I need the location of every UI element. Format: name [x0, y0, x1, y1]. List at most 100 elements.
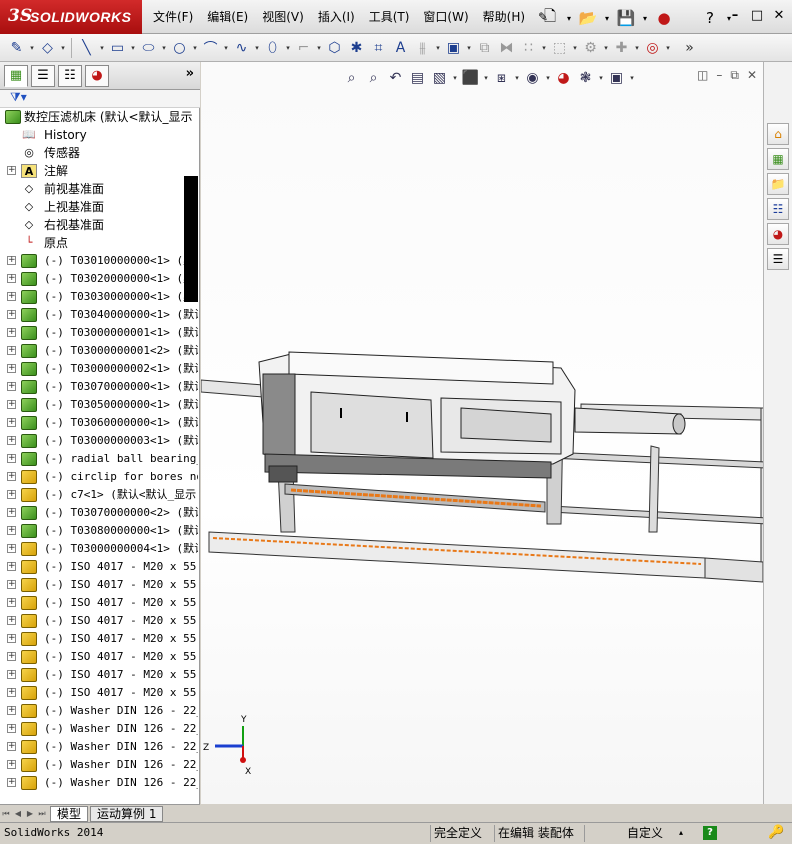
point-icon[interactable]: ✱ [346, 37, 367, 59]
spline-icon[interactable]: ∿ [231, 37, 252, 59]
custom-properties-icon[interactable]: ☰ [767, 248, 789, 270]
spline-dropdown-icon[interactable]: ▾ [253, 44, 261, 52]
tree-item[interactable]: + (-) T03070000000<1> (默认< [0, 378, 198, 396]
expand-toggle-icon[interactable]: + [7, 562, 16, 571]
tab-last-icon[interactable]: ⏭ [36, 809, 48, 819]
tab-model[interactable]: 模型 [50, 805, 89, 822]
tab-first-icon[interactable]: ⏮ [0, 809, 12, 819]
arc-icon[interactable]: ⌒ [200, 37, 221, 59]
expand-toggle-icon[interactable]: + [7, 760, 16, 769]
expand-toggle-icon[interactable]: + [7, 382, 16, 391]
status-units[interactable]: 自定义 [624, 825, 666, 842]
rectangle-icon[interactable]: ▭ [107, 37, 128, 59]
tree-item[interactable]: + (-) T03060000000<1> (默认< [0, 414, 198, 432]
tab-next-icon[interactable]: ▶ [24, 809, 36, 818]
menu-file[interactable]: 文件(F) [146, 0, 200, 34]
assembly-model-render[interactable]: Y Z X [201, 62, 763, 804]
appearances-icon[interactable]: ◕ [767, 223, 789, 245]
tree-item[interactable]: ◇ 前视基准面 [0, 180, 198, 198]
tree-item[interactable]: + (-) ISO 4017 - M20 x 55-N_ [0, 558, 198, 576]
trim-icon[interactable]: ⫵ [412, 37, 433, 59]
repair-sketch-icon[interactable]: ✚ [611, 37, 632, 59]
menu-view[interactable]: 视图(V) [255, 0, 311, 34]
move-dropdown-icon[interactable]: ▾ [571, 44, 579, 52]
arc-dropdown-icon[interactable]: ▾ [222, 44, 230, 52]
expand-toggle-icon[interactable]: + [7, 742, 16, 751]
tree-item[interactable]: + (-) ISO 4017 - M20 x 55-N_ [0, 594, 198, 612]
tree-item[interactable]: + (-) T03050000000<1> (默认< [0, 396, 198, 414]
repair-dropdown-icon[interactable]: ▾ [633, 44, 641, 52]
expand-toggle-icon[interactable]: + [7, 778, 16, 787]
tree-item[interactable]: + (-) T03000000001<1> (默认< [0, 324, 198, 342]
expand-toggle-icon[interactable]: + [7, 616, 16, 625]
expand-toggle-icon[interactable]: + [7, 526, 16, 535]
expand-toggle-icon[interactable]: + [7, 490, 16, 499]
expand-toggle-icon[interactable]: + [7, 400, 16, 409]
expand-toggle-icon[interactable]: + [7, 652, 16, 661]
fillet-icon[interactable]: ⌐ [293, 37, 314, 59]
expand-toggle-icon[interactable]: + [7, 544, 16, 553]
polygon-icon[interactable]: ⬡ [324, 37, 345, 59]
tree-item[interactable]: + (-) T03020000000<1> (默认< [0, 270, 198, 288]
tab-prev-icon[interactable]: ◀ [12, 809, 24, 818]
trim-dropdown-icon[interactable]: ▾ [434, 44, 442, 52]
smart-dimension-icon[interactable]: ◇ [37, 37, 58, 59]
expand-toggle-icon[interactable]: + [7, 580, 16, 589]
tree-item[interactable]: + (-) T03000000002<1> (默认< [0, 360, 198, 378]
expand-toggle-icon[interactable]: + [7, 166, 16, 175]
expand-toggle-icon[interactable]: + [7, 256, 16, 265]
tree-item[interactable]: + (-) T03030000000<1> (默认< [0, 288, 198, 306]
rectangle-dropdown-icon[interactable]: ▾ [129, 44, 137, 52]
tree-item[interactable]: + (-) ISO 4017 - M20 x 55-N_ [0, 612, 198, 630]
expand-toggle-icon[interactable]: + [7, 454, 16, 463]
ellipse-icon[interactable]: ⬯ [262, 37, 283, 59]
solidworks-logo[interactable]: 3S SOLIDWORKS [0, 0, 142, 34]
tree-item[interactable]: + (-) Washer DIN 126 - 22_We [0, 756, 198, 774]
tree-item[interactable]: + (-) Washer DIN 126 - 22_We [0, 738, 198, 756]
tree-item[interactable]: + (-) radial ball bearing_68 [0, 450, 198, 468]
menu-insert[interactable]: 插入(I) [311, 0, 362, 34]
tree-item[interactable]: + (-) ISO 4017 - M20 x 55-N_ [0, 684, 198, 702]
new-document-icon[interactable]: 🗋 [538, 6, 562, 30]
line-icon[interactable]: ╲ [76, 37, 97, 59]
view-palette-icon[interactable]: ☷ [767, 198, 789, 220]
tree-item[interactable]: + (-) ISO 4017 - M20 x 55-N_ [0, 648, 198, 666]
open-folder-icon[interactable]: 📂 [576, 6, 600, 30]
sketch-icon[interactable]: ✎ [6, 37, 27, 59]
design-library-icon[interactable]: ▦ [767, 148, 789, 170]
tree-item[interactable]: + (-) ISO 4017 - M20 x 55-N_ [0, 666, 198, 684]
panel-more-icon[interactable]: » [186, 66, 194, 81]
tree-item[interactable]: + (-) T03070000000<2> (默认< [0, 504, 198, 522]
new-dropdown-icon[interactable]: ▾ [564, 14, 574, 23]
tree-item[interactable]: + (-) ISO 4017 - M20 x 55-N_ [0, 576, 198, 594]
tree-item[interactable]: ◎ 传感器 [0, 144, 198, 162]
expand-toggle-icon[interactable]: + [7, 508, 16, 517]
dimension-dropdown-icon[interactable]: ▾ [59, 44, 67, 52]
line-dropdown-icon[interactable]: ▾ [98, 44, 106, 52]
tree-item[interactable]: 📖 History [0, 126, 198, 144]
linear-pattern-icon[interactable]: ∷ [518, 37, 539, 59]
display-manager-tab-icon[interactable]: ◕ [85, 64, 109, 87]
solidworks-resources-icon[interactable]: ⌂ [767, 123, 789, 145]
tree-item[interactable]: + (-) T03000000004<1> (默认< [0, 540, 198, 558]
tree-item[interactable]: + (-) T03080000000<1> (默认< [0, 522, 198, 540]
circle-dropdown-icon[interactable]: ▾ [191, 44, 199, 52]
expand-toggle-icon[interactable]: + [7, 274, 16, 283]
expand-toggle-icon[interactable]: + [7, 310, 16, 319]
quick-snaps-icon[interactable]: ◎ [642, 37, 663, 59]
convert-entities-icon[interactable]: ▣ [443, 37, 464, 59]
slot-dropdown-icon[interactable]: ▾ [160, 44, 168, 52]
display-relations-icon[interactable]: ⚙ [580, 37, 601, 59]
offset-icon[interactable]: ⧉ [474, 37, 495, 59]
expand-toggle-icon[interactable]: + [7, 436, 16, 445]
tree-item[interactable]: + (-) T03010000000<1> (默认< [0, 252, 198, 270]
pattern-dropdown-icon[interactable]: ▾ [540, 44, 548, 52]
slot-icon[interactable]: ⬭ [138, 37, 159, 59]
convert-dropdown-icon[interactable]: ▾ [465, 44, 473, 52]
expand-toggle-icon[interactable]: + [7, 724, 16, 733]
tab-motion-study[interactable]: 运动算例 1 [90, 805, 164, 822]
sketch-dropdown-icon[interactable]: ▾ [28, 44, 36, 52]
tree-item[interactable]: + (-) ISO 4017 - M20 x 55-N_ [0, 630, 198, 648]
tree-item[interactable]: + (-) circlip for bores norm [0, 468, 198, 486]
restore-icon[interactable]: □ [748, 6, 766, 24]
